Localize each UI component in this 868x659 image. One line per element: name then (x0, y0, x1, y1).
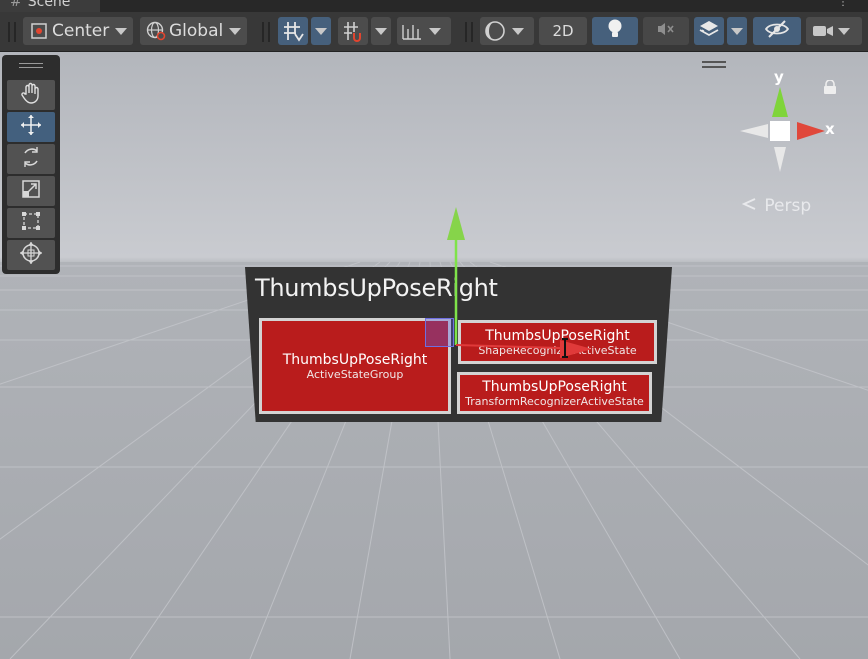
rotate-tool-button[interactable] (7, 144, 55, 174)
chevron-down-icon (429, 27, 441, 35)
chevron-down-icon (115, 27, 128, 35)
palette-grip (19, 63, 43, 64)
rect-tool-button[interactable] (7, 208, 55, 238)
text-cursor-icon (562, 338, 568, 358)
lighting-toggle[interactable] (592, 17, 638, 45)
transform-tool-button[interactable] (7, 240, 55, 270)
mode-2d-button[interactable]: 2D (539, 17, 587, 45)
shading-dropdown[interactable] (480, 17, 534, 45)
toolbar-grip (8, 22, 10, 42)
chevron-down-icon (229, 27, 242, 35)
space-dropdown[interactable]: Global (140, 17, 247, 45)
back-arrow-icon (741, 196, 761, 216)
lightbulb-icon (607, 19, 623, 44)
increment-snap-button[interactable] (338, 17, 368, 45)
toolbar-grip (262, 22, 264, 42)
increment-snap-icon (342, 20, 364, 42)
grid-snap-button[interactable] (278, 17, 308, 45)
space-label: Global (169, 21, 224, 41)
rect-icon (20, 210, 42, 236)
card-subtitle: TransformRecognizerActiveState (465, 394, 644, 408)
mute-icon (656, 21, 676, 42)
ruler-icon (401, 21, 423, 41)
chevron-down-icon (375, 27, 387, 35)
shading-sphere-icon (484, 20, 506, 42)
tool-palette (2, 55, 60, 274)
tab-scene-label: Scene (27, 0, 71, 10)
globe-icon (145, 21, 167, 41)
move-tool-button[interactable] (7, 112, 55, 142)
scale-icon (20, 178, 42, 204)
scene-visibility-toggle[interactable] (753, 17, 801, 45)
toolbar-grip (268, 22, 270, 42)
grid-snap-icon (282, 20, 304, 42)
toolbar-grip (471, 22, 473, 42)
chevron-down-icon (731, 27, 743, 35)
projection-label: Persp (764, 196, 812, 216)
grid-snap-dropdown[interactable] (311, 17, 331, 45)
tab-more-icon[interactable]: ⋮ (838, 0, 848, 8)
chevron-down-icon (315, 27, 327, 35)
scene-toolbar: Center Global 2D (0, 12, 868, 52)
ruler-dropdown[interactable] (397, 17, 451, 45)
tab-scene[interactable]: # Scene (0, 0, 100, 12)
camera-icon (812, 23, 834, 39)
effects-button[interactable] (694, 17, 724, 45)
camera-dropdown[interactable] (806, 17, 862, 45)
scene-viewport[interactable]: y x Persp ThumbsUpPoseRight ThumbsUpPose… (0, 52, 868, 659)
transform-icon (19, 241, 43, 269)
toolbar-grip (465, 22, 467, 42)
audio-toggle[interactable] (643, 17, 689, 45)
move-gizmo[interactable] (420, 202, 620, 382)
scale-tool-button[interactable] (7, 176, 55, 206)
gizmo-y-label: y (774, 68, 784, 86)
gizmo-x-label: x (825, 120, 835, 138)
chevron-down-icon (512, 27, 524, 35)
effects-dropdown[interactable] (727, 17, 747, 45)
move-icon (19, 113, 43, 141)
tab-strip: # Scene ⋮ (0, 0, 868, 12)
rect-tool-icon (28, 22, 50, 40)
projection-toggle[interactable]: Persp (741, 196, 812, 216)
palette-grip (19, 67, 43, 68)
hand-tool-button[interactable] (7, 80, 55, 110)
hand-icon (20, 82, 42, 108)
toolbar-grip (14, 22, 16, 42)
mode-2d-label: 2D (552, 22, 574, 40)
hidden-eye-icon (764, 19, 790, 44)
gizmo-menu-icon[interactable] (702, 61, 726, 71)
scene-hash-icon: # (10, 0, 22, 10)
layers-icon (698, 19, 720, 44)
pivot-label: Center (52, 21, 110, 41)
pivot-dropdown[interactable]: Center (23, 17, 133, 45)
rotate-icon (19, 145, 43, 173)
increment-snap-dropdown[interactable] (371, 17, 391, 45)
chevron-down-icon (838, 27, 850, 35)
